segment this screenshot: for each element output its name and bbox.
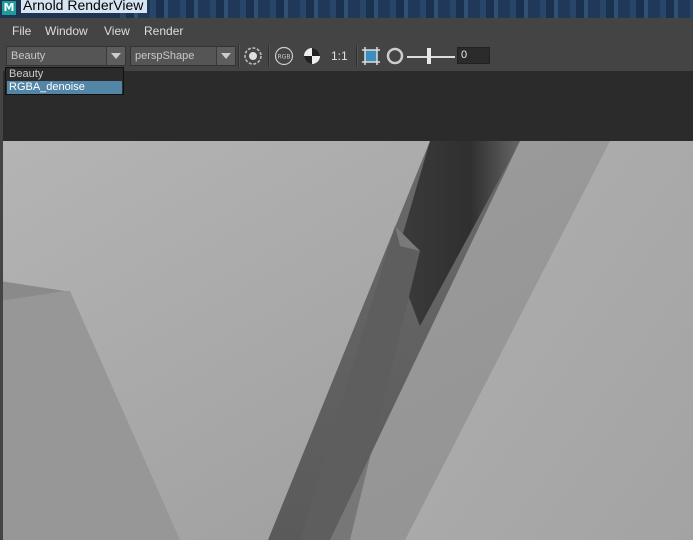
camera-dropdown-value: perspShape xyxy=(135,50,195,62)
menu-window[interactable]: Window xyxy=(45,24,88,38)
maya-app-icon: M xyxy=(2,1,16,15)
rgb-channel-icon[interactable]: RGB xyxy=(274,46,294,66)
chevron-down-icon[interactable] xyxy=(216,47,235,65)
svg-text:RGB: RGB xyxy=(278,54,291,61)
menu-view[interactable]: View xyxy=(104,24,130,38)
toolbar-separator xyxy=(268,45,270,67)
exposure-value: 0 xyxy=(461,49,468,61)
aov-dropdown[interactable]: Beauty xyxy=(6,46,126,66)
chevron-down-icon[interactable] xyxy=(106,47,125,65)
aov-option-rgba-denoise[interactable]: RGBA_denoise xyxy=(7,81,122,94)
panel-left-edge xyxy=(0,71,3,141)
camera-dropdown[interactable]: perspShape xyxy=(130,46,236,66)
zoom-ratio-label[interactable]: 1:1 xyxy=(331,49,348,63)
exposure-slider-handle[interactable] xyxy=(427,48,431,64)
display-channel-icon[interactable] xyxy=(302,46,322,66)
render-viewport[interactable] xyxy=(0,141,693,540)
toolbar-separator xyxy=(238,45,240,67)
menu-render[interactable]: Render xyxy=(144,24,183,38)
title-bar-background xyxy=(120,0,693,18)
render-refresh-icon[interactable] xyxy=(243,46,263,66)
viewport-left-edge xyxy=(0,141,3,540)
menu-file[interactable]: File xyxy=(12,24,31,38)
title-bar: M Arnold RenderView xyxy=(0,0,693,18)
window-title: Arnold RenderView xyxy=(21,0,148,13)
render-image xyxy=(0,141,693,540)
aov-dropdown-value: Beauty xyxy=(11,50,46,62)
aov-option-beauty[interactable]: Beauty xyxy=(7,68,122,81)
menu-bar: File Window View Render xyxy=(0,18,693,42)
exposure-slider-track[interactable] xyxy=(407,56,455,58)
toolbar-separator xyxy=(356,45,358,67)
exposure-aperture-icon[interactable] xyxy=(385,46,405,66)
crop-region-icon[interactable] xyxy=(361,46,381,66)
aov-dropdown-menu: Beauty RGBA_denoise xyxy=(5,67,124,95)
exposure-value-field[interactable]: 0 xyxy=(457,47,490,64)
